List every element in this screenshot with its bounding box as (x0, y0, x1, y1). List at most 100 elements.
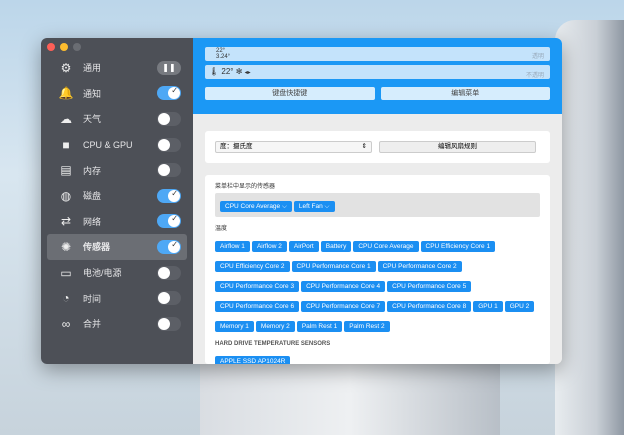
close-button[interactable] (47, 43, 55, 51)
sensor-chip[interactable]: APPLE SSD AP1024R (215, 356, 291, 364)
pause-button[interactable]: ❚❚ (157, 60, 181, 75)
sensor-chip[interactable]: CPU Performance Core 7 (301, 301, 386, 312)
zoom-button[interactable] (73, 43, 81, 51)
preview-temp-opaque: 22° (221, 67, 234, 76)
sidebar-item-label: 通用 (83, 63, 102, 74)
edit-fan-rules-button[interactable]: 编辑风扇规则 (379, 141, 536, 153)
wallpaper-robot (555, 20, 624, 435)
opaque-label: 不透明 (525, 73, 544, 79)
settings-card: 度：摄氏度 ⇕ 编辑风扇规则 (205, 131, 550, 163)
sidebar-item-label: 传感器 (83, 242, 111, 253)
minimize-button[interactable] (60, 43, 68, 51)
unit-select[interactable]: 度：摄氏度 ⇕ (215, 141, 372, 153)
unit-select-value: 度：摄氏度 (220, 143, 253, 150)
sensor-chip[interactable]: GPU 2 (504, 301, 535, 312)
preview-opaque[interactable]: 🌡 22° ✻ ◂▸ 不透明 (205, 65, 550, 79)
sidebar-item[interactable]: ▤ 内存 (47, 157, 187, 183)
sensor-chip[interactable]: Memory 2 (255, 321, 295, 332)
sensor-chip[interactable]: CPU Performance Core 8 (387, 301, 472, 312)
edit-menu-button[interactable]: 编辑菜单 (380, 87, 550, 100)
sidebar-item-label: 网络 (83, 216, 102, 227)
check-icon: ✓ (171, 239, 178, 249)
toggle[interactable]: ✓ (157, 86, 181, 101)
memory-icon: ▤ (60, 163, 72, 178)
sidebar-item-label: 磁盘 (83, 191, 102, 202)
gear-icon: ⚙ (60, 60, 72, 75)
sidebar-item[interactable]: 🔔 通知 ✓ (47, 81, 187, 107)
sidebar-item[interactable]: ◍ 磁盘 ✓ (47, 183, 187, 209)
sidebar-item-label: 合并 (83, 319, 102, 330)
sensor-chip[interactable]: CPU Performance Core 1 (291, 261, 376, 272)
toggle[interactable] (157, 137, 181, 152)
transparent-label: 透明 (531, 54, 544, 60)
toggle[interactable]: ✓ (157, 214, 181, 229)
sensor-chip[interactable]: Battery (320, 241, 352, 252)
sidebar-item-label: 电池/电源 (83, 268, 122, 279)
sidebar-item[interactable]: ⇄ 网络 ✓ (47, 209, 187, 235)
sidebar-item-label: CPU & GPU (83, 139, 133, 150)
window-controls (47, 43, 81, 51)
sensor-chip[interactable]: CPU Core Average ⌵ (220, 201, 292, 212)
sidebar-item[interactable]: ✺ 传感器 ✓ (47, 234, 187, 260)
preview-temp-2: 3.24° (216, 54, 231, 60)
preview-transparent[interactable]: 22° 3.24° 透明 (205, 47, 550, 61)
sensor-chip[interactable]: Palm Rest 2 (344, 321, 390, 332)
toggle[interactable] (157, 316, 181, 331)
temperature-title: 温度 (215, 226, 228, 232)
sensor-chip[interactable]: Memory 1 (215, 321, 254, 332)
sidebar-item[interactable]: ◔ 时间 (47, 285, 187, 311)
check-icon: ✓ (171, 86, 178, 96)
sensor-chip[interactable]: CPU Efficiency Core 2 (215, 261, 290, 272)
sensor-chip[interactable]: CPU Performance Core 4 (301, 281, 386, 292)
check-icon: ✓ (171, 214, 178, 224)
combine-icon: ∞ (61, 316, 71, 331)
toggle[interactable] (157, 291, 181, 306)
sensor-icon: ✺ (60, 239, 72, 254)
updown-icon: ⇕ (361, 143, 367, 150)
sidebar-item[interactable]: ∞ 合并 (47, 311, 187, 337)
toggle[interactable] (157, 163, 181, 178)
sensor-chip[interactable]: CPU Performance Core 5 (387, 281, 472, 292)
bell-icon: 🔔 (58, 86, 74, 101)
sensor-chip[interactable]: Left Fan ⌵ (293, 201, 335, 212)
cpu-icon: ■ (62, 137, 70, 152)
sensor-chip[interactable]: CPU Performance Core 3 (215, 281, 300, 292)
sidebar-item-label: 天气 (83, 114, 102, 125)
sensor-chip[interactable]: CPU Performance Core 6 (215, 301, 300, 312)
main-panel: 22° 3.24° 透明 🌡 22° ✻ ◂▸ 不透明 键盘快捷键 编辑菜单 度：… (193, 38, 562, 364)
sensor-chip[interactable]: Palm Rest 1 (296, 321, 343, 332)
sensor-chip[interactable]: GPU 1 (473, 301, 503, 312)
sidebar-item-label: 内存 (83, 165, 102, 176)
sidebar-item[interactable]: ☁ 天气 (47, 106, 187, 132)
sensor-chip[interactable]: CPU Performance Core 2 (377, 261, 462, 272)
clock-icon: ◔ (62, 291, 70, 306)
sidebar: ⚙ 通用 ❚❚ 🔔 通知 ✓ ☁ 天气 ■ CPU & GPU ▤ 内存 ◍ 磁盘 ✓ ⇄ 网络 ✓ ✺ 传感器 ✓ ▭ 电… (41, 38, 193, 364)
keyboard-shortcuts-button[interactable]: 键盘快捷键 (205, 87, 375, 100)
menubar-sensors-title: 菜单栏中显示的传感器 (215, 184, 276, 190)
hdd-title: HARD DRIVE TEMPERATURE SENSORS (215, 341, 331, 347)
fan-icon: ✻ (235, 67, 243, 76)
sensor-chip[interactable]: Airflow 1 (215, 241, 250, 252)
network-icon: ⇄ (60, 214, 72, 229)
sensor-chip[interactable]: CPU Core Average (353, 241, 419, 252)
sensor-chip[interactable]: CPU Efficiency Core 1 (420, 241, 496, 252)
sidebar-item[interactable]: ⚙ 通用 ❚❚ (47, 55, 187, 81)
weather-icon: ☁ (60, 111, 72, 126)
sensors-card: 菜单栏中显示的传感器 CPU Core Average ⌵ Left Fan ⌵ … (205, 175, 550, 364)
toggle[interactable] (157, 111, 181, 126)
toggle[interactable]: ✓ (157, 239, 181, 254)
preview-area: 22° 3.24° 透明 🌡 22° ✻ ◂▸ 不透明 键盘快捷键 编辑菜单 (193, 38, 562, 114)
sensor-chip[interactable]: Airflow 2 (251, 241, 287, 252)
toggle[interactable]: ✓ (157, 188, 181, 203)
sidebar-item-label: 时间 (83, 293, 102, 304)
sidebar-item[interactable]: ▭ 电池/电源 (47, 260, 187, 286)
wallpaper-robot-base (200, 355, 500, 435)
toggle[interactable] (157, 265, 181, 280)
disk-icon: ◍ (60, 188, 72, 203)
sidebar-item[interactable]: ■ CPU & GPU (47, 132, 187, 158)
menubar-sensors-list: CPU Core Average ⌵ Left Fan ⌵ (215, 193, 540, 217)
thermometer-icon: 🌡 (209, 67, 220, 76)
sensor-chip[interactable]: AirPort (288, 241, 319, 252)
app-window: ⚙ 通用 ❚❚ 🔔 通知 ✓ ☁ 天气 ■ CPU & GPU ▤ 内存 ◍ 磁盘 ✓ ⇄ 网络 ✓ ✺ 传感器 ✓ ▭ 电… (41, 38, 562, 364)
check-icon: ✓ (171, 188, 178, 198)
